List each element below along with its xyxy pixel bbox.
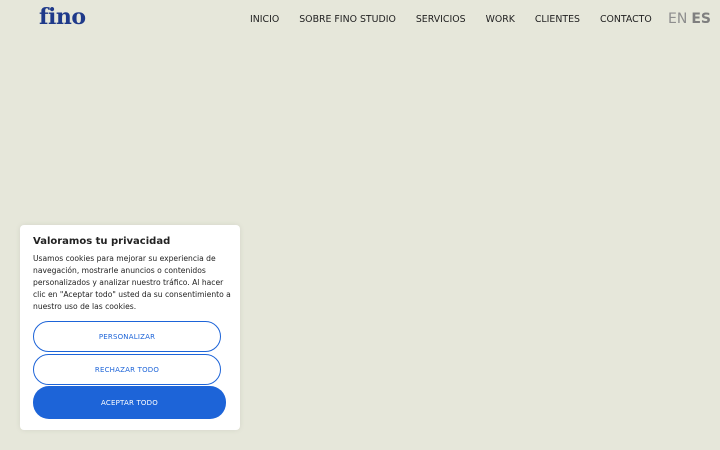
personalizar-button[interactable]: PERSONALIZAR xyxy=(33,321,221,352)
main-nav: INICIO SOBRE FINO STUDIO SERVICIOS WORK … xyxy=(250,14,652,26)
nav-contacto[interactable]: CONTACTO xyxy=(600,14,652,26)
cookie-title: Valoramos tu privacidad xyxy=(33,236,171,247)
logo[interactable]: fino xyxy=(39,3,86,31)
cookie-consent-modal: Valoramos tu privacidad Usamos cookies p… xyxy=(20,225,240,430)
nav-work[interactable]: WORK xyxy=(486,14,515,26)
lang-en[interactable]: EN xyxy=(668,10,687,28)
language-switcher: EN ES xyxy=(668,10,711,28)
rechazar-todo-button[interactable]: RECHAZAR TODO xyxy=(33,354,221,385)
nav-sobre-fino-studio[interactable]: SOBRE FINO STUDIO xyxy=(299,14,396,26)
lang-es[interactable]: ES xyxy=(691,10,711,28)
nav-clientes[interactable]: CLIENTES xyxy=(535,14,580,26)
aceptar-todo-button[interactable]: ACEPTAR TODO xyxy=(33,386,226,419)
nav-inicio[interactable]: INICIO xyxy=(250,14,279,26)
nav-servicios[interactable]: SERVICIOS xyxy=(416,14,466,26)
cookie-description: Usamos cookies para mejorar su experienc… xyxy=(33,254,231,311)
